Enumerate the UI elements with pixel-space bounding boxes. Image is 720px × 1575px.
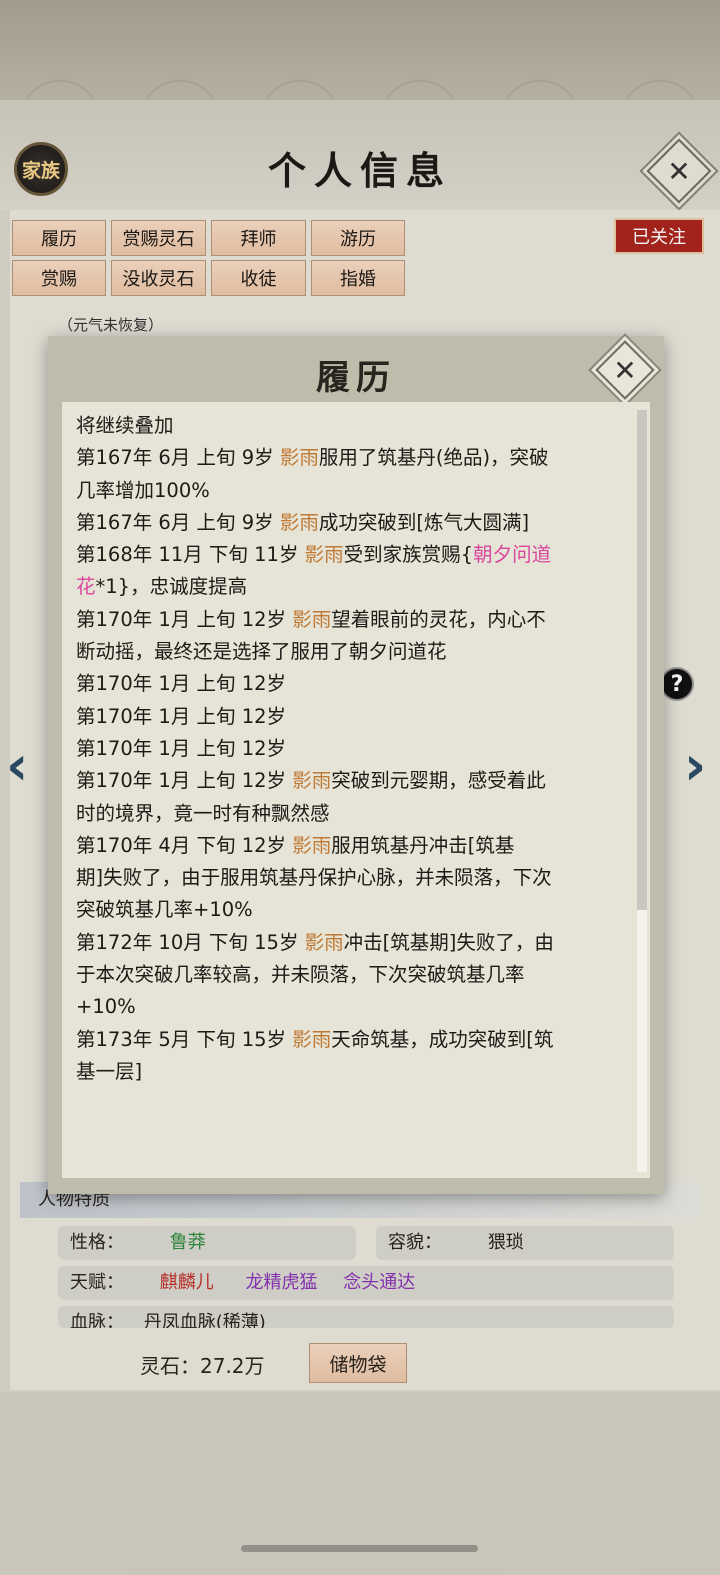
history-log-line: 第168年 11月 下旬 11岁 影雨受到家族赏赐{朝夕问道 xyxy=(76,539,630,571)
log-text: 突破筑基几率+10% xyxy=(76,898,253,922)
history-log-line: 第170年 1月 上旬 12岁 影雨望着眼前的灵花，内心不 xyxy=(76,604,630,636)
history-log-line: 断动摇，最终还是选择了服用了朝夕问道花 xyxy=(76,636,630,668)
history-log-line: 第170年 1月 上旬 12岁 影雨突破到元婴期，感受着此 xyxy=(76,765,630,797)
log-text: 几率增加100% xyxy=(76,478,210,502)
log-text: 第170年 1月 上旬 12岁 xyxy=(76,672,287,696)
highlight-text: 影雨 xyxy=(304,543,344,567)
highlight-text: 影雨 xyxy=(292,607,332,631)
history-log-line: 时的境界，竟一时有种飘然感 xyxy=(76,798,630,830)
log-text: 第172年 10月 下旬 15岁 xyxy=(76,930,305,954)
highlight-text: 影雨 xyxy=(279,446,319,470)
log-text: 天命筑基，成功突破到[筑 xyxy=(331,1027,554,1051)
log-text: 第170年 4月 下旬 12岁 xyxy=(76,833,293,857)
history-log-line: +10% xyxy=(76,991,630,1023)
highlight-text: 影雨 xyxy=(304,930,344,954)
log-text: 受到家族赏赐{ xyxy=(343,543,474,567)
history-log-line: 第170年 1月 上旬 12岁 xyxy=(76,733,630,765)
log-text: +10% xyxy=(76,995,136,1019)
log-text: 时的境界，竟一时有种飘然感 xyxy=(76,801,330,825)
history-log-line: 于本次突破几率较高，并未陨落，下次突破筑基几率 xyxy=(76,959,630,991)
log-text: 第173年 5月 下旬 15岁 xyxy=(76,1027,293,1051)
log-text: *1}，忠诚度提高 xyxy=(95,575,248,599)
history-log-line: 第170年 1月 上旬 12岁 xyxy=(76,701,630,733)
log-text: 于本次突破几率较高，并未陨落，下次突破筑基几率 xyxy=(76,963,525,987)
history-log-line: 第167年 6月 上旬 9岁 影雨成功突破到[炼气大圆满] xyxy=(76,507,630,539)
log-text: 第170年 1月 上旬 12岁 xyxy=(76,769,293,793)
history-log-line: 第167年 6月 上旬 9岁 影雨服用了筑基丹(绝品)，突破 xyxy=(76,442,630,474)
highlight-text: 影雨 xyxy=(279,510,319,534)
history-log-line: 花*1}，忠诚度提高 xyxy=(76,571,630,603)
highlight-text: 花 xyxy=(76,575,96,599)
scrollbar-thumb[interactable] xyxy=(637,410,647,910)
history-log-line: 第170年 1月 上旬 12岁 xyxy=(76,668,630,700)
log-text: 基一层] xyxy=(76,1059,143,1083)
log-text: 服用了筑基丹(绝品)，突破 xyxy=(318,446,549,470)
history-log[interactable]: 将继续叠加 第167年 6月 上旬 9岁 影雨服用了筑基丹(绝品)，突破 几率增加1… xyxy=(62,402,650,1178)
log-text: 第167年 6月 上旬 9岁 xyxy=(76,510,280,534)
log-text: 断动摇，最终还是选择了服用了朝夕问道花 xyxy=(76,640,447,664)
history-log-line: 第172年 10月 下旬 15岁 影雨冲击[筑基期]失败了，由 xyxy=(76,927,630,959)
highlight-text: 影雨 xyxy=(292,833,332,857)
history-modal: 履历 ✕ 将继续叠加 第167年 6月 上旬 9岁 影雨服用了筑基丹(绝品)，突破… xyxy=(48,336,664,1194)
history-log-line: 将继续叠加 xyxy=(76,410,630,442)
log-text: 第170年 1月 上旬 12岁 xyxy=(76,704,287,728)
highlight-text: 朝夕问道 xyxy=(473,543,552,567)
history-log-line: 几率增加100% xyxy=(76,475,630,507)
log-text: 成功突破到[炼气大圆满] xyxy=(318,510,530,534)
log-text: 第168年 11月 下旬 11岁 xyxy=(76,543,305,567)
log-text: 第170年 1月 上旬 12岁 xyxy=(76,736,287,760)
log-text: 第167年 6月 上旬 9岁 xyxy=(76,446,280,470)
log-text: 望着眼前的灵花，内心不 xyxy=(331,607,546,631)
modal-title: 履历 xyxy=(316,358,396,398)
log-text: 服用筑基丹冲击[筑基 xyxy=(331,833,515,857)
log-text: 将继续叠加 xyxy=(76,414,174,437)
log-text: 第170年 1月 上旬 12岁 xyxy=(76,607,293,631)
log-text: 期]失败了，由于服用筑基丹保护心脉，并未陨落，下次 xyxy=(76,866,552,890)
history-log-line: 第173年 5月 下旬 15岁 影雨天命筑基，成功突破到[筑 xyxy=(76,1024,630,1056)
history-log-lines: 将继续叠加 第167年 6月 上旬 9岁 影雨服用了筑基丹(绝品)，突破 几率增加1… xyxy=(76,410,630,1088)
highlight-text: 影雨 xyxy=(292,1027,332,1051)
history-log-line: 期]失败了，由于服用筑基丹保护心脉，并未陨落，下次 xyxy=(76,862,630,894)
history-log-line: 基一层] xyxy=(76,1056,630,1088)
scrollbar[interactable] xyxy=(637,410,647,1172)
log-text: 突破到元婴期，感受着此 xyxy=(331,769,546,793)
history-log-line: 第170年 4月 下旬 12岁 影雨服用筑基丹冲击[筑基 xyxy=(76,830,630,862)
log-text: 冲击[筑基期]失败了，由 xyxy=(343,930,554,954)
history-log-line: 突破筑基几率+10% xyxy=(76,894,630,926)
highlight-text: 影雨 xyxy=(292,769,332,793)
